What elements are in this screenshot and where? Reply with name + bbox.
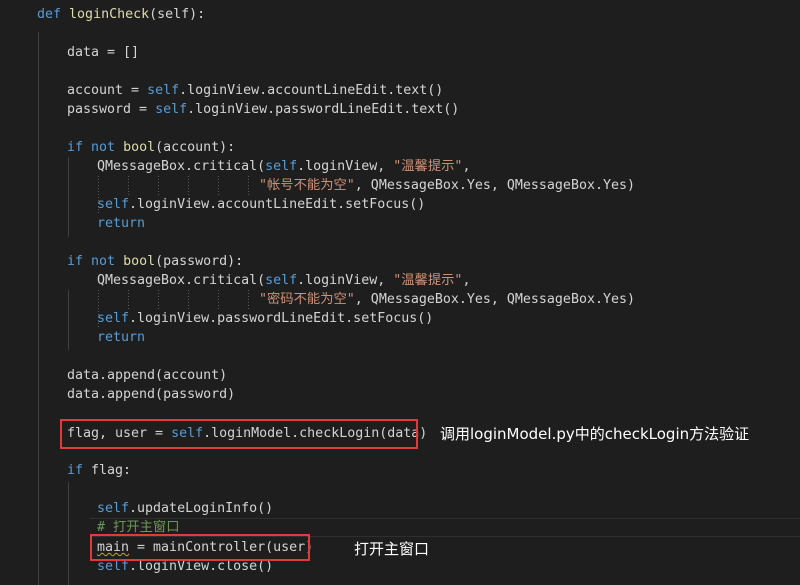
code-text: QMessageBox.critical(	[97, 159, 266, 174]
annotation-open-window: 打开主窗口	[354, 540, 430, 558]
code-text: .loginView,	[297, 273, 394, 288]
self-keyword: self	[97, 311, 130, 326]
code-editor[interactable]: def loginCheck(self): data = [] account …	[0, 0, 800, 585]
code-line-account[interactable]: account = self.loginView.accountLineEdit…	[67, 81, 443, 100]
code-line-focus-1[interactable]: self.loginView.accountLineEdit.setFocus(…	[97, 195, 425, 214]
code-text: .updateLoginInfo()	[129, 501, 274, 516]
code-text: , QMessageBox.Yes, QMessageBox.Yes)	[354, 178, 635, 193]
code-text: (account):	[155, 140, 236, 155]
self-keyword: self	[97, 501, 130, 516]
code-line-password[interactable]: password = self.loginView.passwordLineEd…	[67, 100, 459, 119]
alignment-dots	[188, 176, 189, 195]
highlight-box-check-login	[60, 419, 418, 449]
string-literal: "密码不能为空"	[259, 292, 355, 307]
keyword-if-not: if not	[67, 140, 116, 155]
alignment-dots	[218, 176, 219, 195]
highlight-box-main-controller	[90, 534, 310, 561]
code-line-msgbox-1a[interactable]: QMessageBox.critical(self.loginView, "温馨…	[97, 157, 470, 176]
code-text: .loginView,	[297, 159, 394, 174]
code-line-return-1[interactable]: return	[97, 214, 145, 233]
code-line-focus-2[interactable]: self.loginView.passwordLineEdit.setFocus…	[97, 309, 433, 328]
code-line-msgbox-2b[interactable]: "密码不能为空", QMessageBox.Yes, QMessageBox.Y…	[259, 290, 635, 309]
self-keyword: self	[265, 273, 298, 288]
alignment-dots	[128, 290, 129, 309]
alignment-dots	[188, 290, 189, 309]
code-text: ,	[462, 273, 471, 288]
code-line-if-account[interactable]: if not bool(account):	[67, 138, 235, 157]
keyword-return: return	[97, 330, 146, 345]
code-line-msgbox-1b[interactable]: "帐号不能为空", QMessageBox.Yes, QMessageBox.Y…	[259, 176, 635, 195]
code-text: .loginView.passwordLineEdit.text()	[187, 102, 460, 117]
alignment-dots	[158, 290, 159, 309]
function-name: loginCheck	[69, 7, 150, 22]
code-text: QMessageBox.critical(	[97, 273, 266, 288]
indent-guide	[38, 32, 39, 585]
indent-guide	[68, 482, 69, 585]
string-literal: "温馨提示"	[393, 273, 463, 288]
code-text: .loginView.passwordLineEdit.setFocus()	[129, 311, 434, 326]
code-line-msgbox-2a[interactable]: QMessageBox.critical(self.loginView, "温馨…	[97, 271, 470, 290]
self-keyword: self	[155, 102, 188, 117]
code-line-return-2[interactable]: return	[97, 328, 145, 347]
builtin-bool: bool	[123, 254, 156, 269]
keyword-if-not: if not	[67, 254, 116, 269]
code-text: data.append(password)	[67, 387, 236, 402]
indent-guide	[68, 157, 69, 237]
code-text: , QMessageBox.Yes, QMessageBox.Yes)	[354, 292, 635, 307]
code-text: .loginView.accountLineEdit.text()	[179, 83, 444, 98]
code-text: .loginView.close()	[129, 559, 274, 574]
annotation-check-login: 调用loginModel.py中的checkLogin方法验证	[440, 425, 750, 443]
code-line-append-password[interactable]: data.append(password)	[67, 385, 235, 404]
string-literal: "温馨提示"	[393, 159, 463, 174]
alignment-dots	[218, 290, 219, 309]
code-text: .loginView.accountLineEdit.setFocus()	[129, 197, 426, 212]
alignment-dots	[248, 290, 249, 309]
keyword-return: return	[97, 216, 146, 231]
code-text: data.append(account)	[67, 368, 228, 383]
keyword-if: if	[67, 463, 84, 478]
code-line-append-account[interactable]: data.append(account)	[67, 366, 227, 385]
code-text: account =	[67, 83, 148, 98]
code-line-def[interactable]: def loginCheck(self):	[37, 5, 205, 24]
code-text: ,	[462, 159, 471, 174]
alignment-dots	[158, 176, 159, 195]
string-literal: "帐号不能为空"	[259, 178, 355, 193]
comment: # 打开主窗口	[97, 520, 180, 535]
keyword-def: def	[37, 7, 62, 22]
code-text: flag:	[83, 463, 132, 478]
self-keyword: self	[265, 159, 298, 174]
code-text: (password):	[155, 254, 244, 269]
indent-guide	[68, 290, 69, 350]
self-keyword: self	[97, 197, 130, 212]
code-text: password =	[67, 102, 156, 117]
alignment-dots	[128, 176, 129, 195]
code-line-data-init[interactable]: data = []	[67, 43, 139, 62]
params: (self):	[149, 7, 206, 22]
alignment-dots	[248, 176, 249, 195]
code-line-if-flag[interactable]: if flag:	[67, 461, 131, 480]
code-line-update[interactable]: self.updateLoginInfo()	[97, 499, 273, 518]
self-keyword: self	[97, 559, 130, 574]
self-keyword: self	[147, 83, 180, 98]
code-text: data = []	[67, 45, 140, 60]
builtin-bool: bool	[123, 140, 156, 155]
code-line-if-password[interactable]: if not bool(password):	[67, 252, 243, 271]
